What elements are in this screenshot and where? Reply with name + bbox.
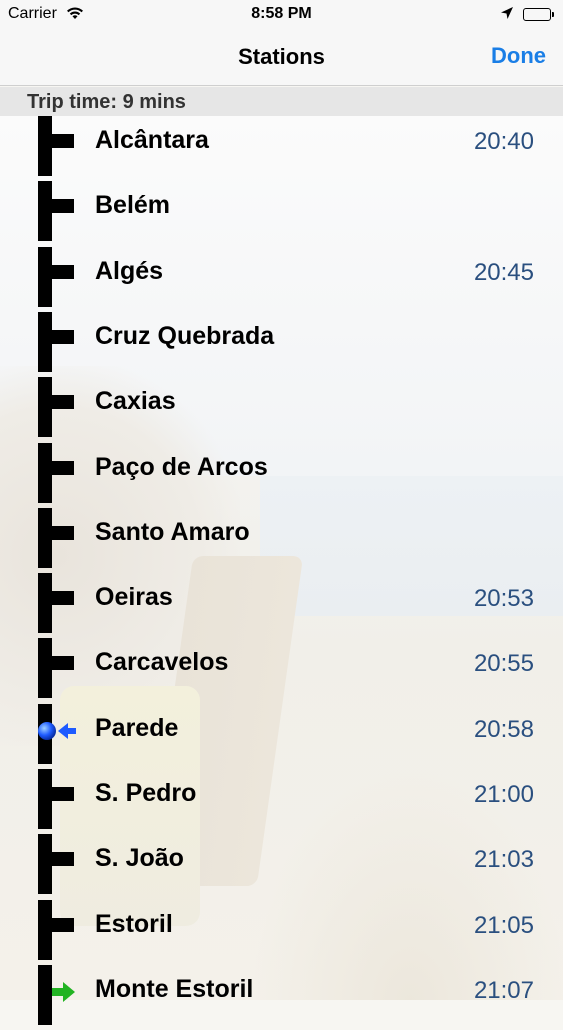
stop-marker-icon [52, 656, 74, 671]
trip-time-label: Trip time: 9 mins [27, 91, 186, 113]
station-time: 21:03 [473, 846, 534, 874]
station-name: Paço de Arcos [95, 452, 268, 481]
station-name: Alcântara [95, 126, 209, 154]
stop-marker-icon [52, 787, 74, 801]
stop-marker-icon [52, 591, 74, 606]
track-rail [38, 964, 52, 1025]
station-name: Algés [95, 256, 164, 285]
track-rail [38, 442, 52, 503]
location-arrow-icon [500, 6, 514, 25]
stop-marker-icon [52, 199, 74, 214]
section-header: Trip time: 9 mins [0, 87, 563, 116]
station-row[interactable]: Algés 20:45 [0, 246, 563, 312]
station-name: Estoril [95, 909, 173, 938]
track-rail [38, 311, 52, 372]
track-rail [38, 181, 52, 242]
station-name: Santo Amaro [95, 517, 250, 546]
stop-marker-icon [52, 264, 74, 279]
track-rail [38, 899, 52, 960]
stop-marker-icon [52, 395, 74, 410]
station-name: S. João [95, 844, 184, 873]
station-name: Belém [95, 191, 171, 220]
station-time: 20:53 [473, 585, 534, 613]
station-list: Alcântara 20:40 Belém Algés 20:45 Cruz Quebra… [0, 116, 563, 1025]
status-bar: Carrier 8:58 PM [0, 0, 563, 30]
stop-marker-icon [52, 134, 74, 148]
station-name: Cruz Quebrada [95, 321, 275, 350]
station-name: Carcavelos [95, 648, 229, 677]
track-rail [38, 116, 52, 176]
station-row[interactable]: Cruz Quebrada [0, 311, 563, 377]
battery-icon [523, 8, 554, 21]
station-time: 20:45 [473, 258, 534, 286]
track-rail [38, 377, 52, 438]
station-row[interactable]: Santo Amaro [0, 507, 563, 573]
station-row[interactable]: S. João 21:03 [0, 834, 563, 899]
done-button[interactable]: Done [491, 43, 546, 69]
stop-marker-icon [52, 460, 74, 475]
navigation-bar: Stations Done [0, 30, 563, 86]
page-title: Stations [238, 44, 325, 69]
station-row[interactable]: Estoril 21:05 [0, 899, 563, 965]
station-name: Oeiras [95, 583, 173, 612]
station-time: 21:07 [473, 976, 534, 1004]
station-row[interactable]: Parede 20:58 [0, 703, 563, 769]
station-row[interactable]: Belém [0, 181, 563, 246]
station-row[interactable]: Monte Estoril 21:07 [0, 964, 563, 1030]
track-rail [38, 246, 52, 307]
current-location-icon [36, 720, 76, 742]
station-row[interactable]: Paço de Arcos [0, 442, 563, 508]
station-name: Parede [95, 713, 179, 742]
stop-marker-icon [52, 525, 74, 540]
station-row[interactable]: Oeiras 20:53 [0, 573, 563, 638]
track-rail [38, 507, 52, 568]
stop-marker-icon [52, 917, 74, 932]
station-time: 20:55 [473, 650, 534, 678]
station-time: 21:05 [473, 911, 534, 939]
station-name: S. Pedro [95, 779, 197, 807]
station-row[interactable]: Carcavelos 20:55 [0, 638, 563, 703]
track-rail [38, 834, 52, 895]
station-time: 20:40 [473, 128, 534, 155]
station-time: 21:00 [473, 781, 534, 808]
track-rail [38, 573, 52, 634]
stop-marker-icon [52, 852, 74, 867]
track-rail [38, 769, 52, 829]
station-name: Caxias [95, 387, 176, 416]
station-time: 20:58 [473, 715, 534, 743]
station-row[interactable]: S. Pedro 21:00 [0, 769, 563, 834]
station-row[interactable]: Alcântara 20:40 [0, 116, 563, 181]
status-time: 8:58 PM [251, 5, 312, 22]
track-rail [38, 638, 52, 699]
station-row[interactable]: Caxias [0, 377, 563, 442]
stop-marker-icon [52, 329, 74, 344]
